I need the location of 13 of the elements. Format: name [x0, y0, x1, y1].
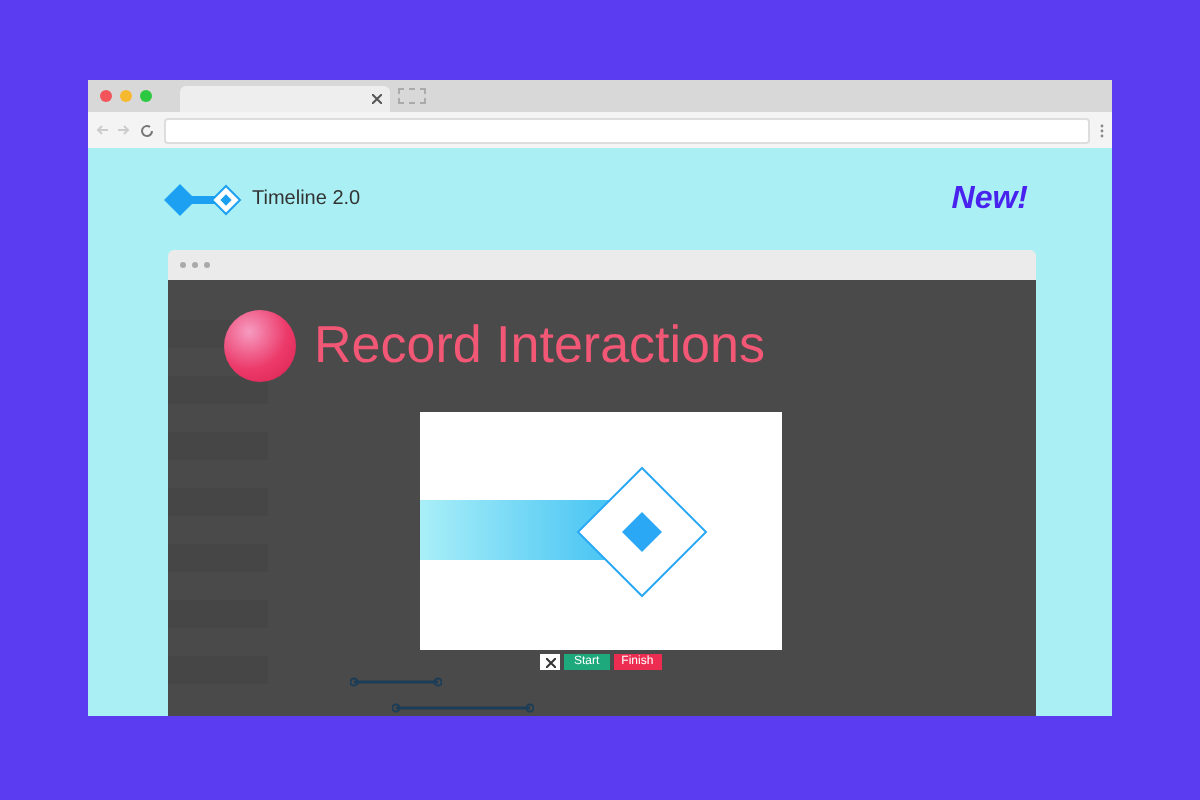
timeline-track-drawing	[350, 676, 442, 688]
back-arrow-icon[interactable]	[96, 124, 108, 136]
heading: Record Interactions	[314, 312, 765, 378]
logo-icon	[164, 183, 244, 215]
brand-name: Timeline 2.0	[252, 186, 361, 214]
timeline-track-drawing	[392, 702, 534, 714]
reload-icon[interactable]	[140, 123, 154, 137]
close-button[interactable]	[540, 654, 560, 670]
close-icon[interactable]	[372, 94, 382, 104]
new-tab-icon[interactable]	[398, 88, 426, 104]
new-label: New!	[951, 179, 1028, 219]
address-bar[interactable]	[164, 117, 1090, 143]
forward-arrow-icon[interactable]	[118, 124, 130, 136]
